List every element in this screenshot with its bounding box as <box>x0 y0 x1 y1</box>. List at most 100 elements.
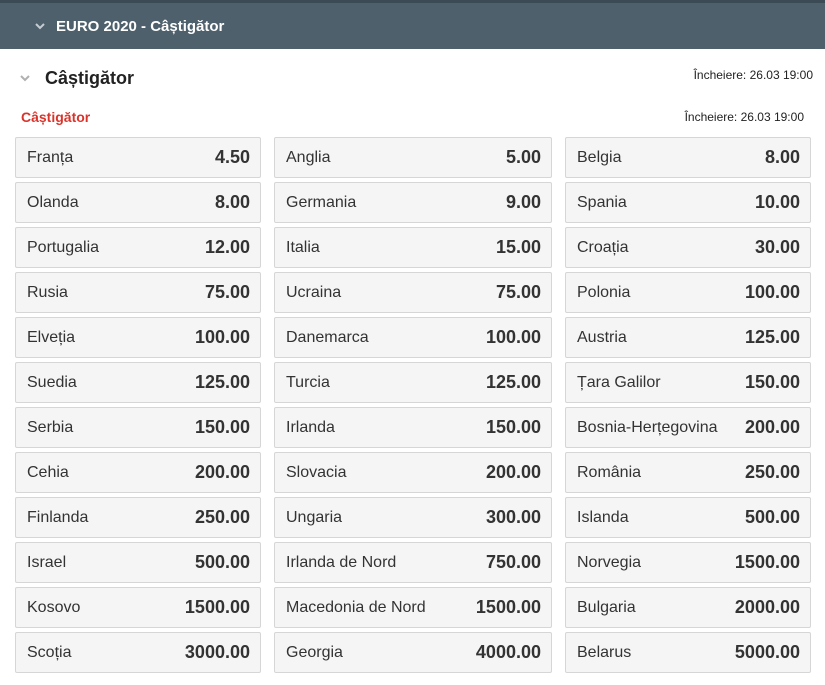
outcome-odd: 5.00 <box>505 147 541 167</box>
odds-button[interactable]: Bosnia-Herțegovina 200.00 <box>565 407 811 448</box>
odds-button[interactable]: Islanda 500.00 <box>565 497 811 538</box>
outcome-odd: 1500.00 <box>734 552 800 572</box>
outcome-odd: 75.00 <box>495 282 541 302</box>
outcome-odd: 150.00 <box>744 372 800 392</box>
outcome-odd: 10.00 <box>754 192 800 212</box>
outcome-name: Bulgaria <box>577 598 636 616</box>
outcome-odd: 125.00 <box>485 372 541 392</box>
odds-button[interactable]: Bulgaria 2000.00 <box>565 587 811 628</box>
odds-button[interactable]: Anglia 5.00 <box>274 137 552 178</box>
odds-button[interactable]: Țara Galilor 150.00 <box>565 362 811 403</box>
odds-button[interactable]: Austria 125.00 <box>565 317 811 358</box>
odds-button[interactable]: Suedia 125.00 <box>15 362 261 403</box>
outcome-name: Georgia <box>286 643 343 661</box>
outcome-odd: 500.00 <box>744 507 800 527</box>
market-title: Câștigător <box>45 67 135 88</box>
odds-button[interactable]: Italia 15.00 <box>274 227 552 268</box>
outcome-name: Slovacia <box>286 463 347 481</box>
odds-button[interactable]: Belgia 8.00 <box>565 137 811 178</box>
outcome-name: Anglia <box>286 148 331 166</box>
odds-button[interactable]: Germania 9.00 <box>274 182 552 223</box>
odds-button[interactable]: Turcia 125.00 <box>274 362 552 403</box>
outcome-name: România <box>577 463 642 481</box>
competition-header[interactable]: EURO 2020 - Câștigător <box>0 0 825 49</box>
outcome-odd: 8.00 <box>764 147 800 167</box>
submarket-header: Câștigător Încheiere: 26.03 19:00 <box>0 106 825 128</box>
chevron-down-icon[interactable] <box>34 20 46 32</box>
odds-button[interactable]: Scoția 3000.00 <box>15 632 261 673</box>
odds-button[interactable]: Portugalia 12.00 <box>15 227 261 268</box>
odds-button[interactable]: Macedonia de Nord 1500.00 <box>274 587 552 628</box>
odds-button[interactable]: Georgia 4000.00 <box>274 632 552 673</box>
outcome-odd: 2000.00 <box>734 597 800 617</box>
outcome-odd: 9.00 <box>505 192 541 212</box>
outcome-odd: 75.00 <box>204 282 250 302</box>
odds-button[interactable]: Kosovo 1500.00 <box>15 587 261 628</box>
odds-button[interactable]: Finlanda 250.00 <box>15 497 261 538</box>
odds-button[interactable]: Croația 30.00 <box>565 227 811 268</box>
outcome-name: Israel <box>27 553 67 571</box>
outcome-name: Italia <box>286 238 320 256</box>
submarket-title: Câștigător <box>21 109 91 125</box>
outcome-odd: 200.00 <box>744 417 800 437</box>
odds-button[interactable]: Irlanda de Nord 750.00 <box>274 542 552 583</box>
market-header[interactable]: Câștigător Încheiere: 26.03 19:00 <box>0 62 825 94</box>
outcome-odd: 250.00 <box>194 507 250 527</box>
odds-button[interactable]: Israel 500.00 <box>15 542 261 583</box>
outcome-odd: 4.50 <box>214 147 250 167</box>
outcome-name: Belgia <box>577 148 622 166</box>
outcome-name: Irlanda de Nord <box>286 553 397 571</box>
outcome-odd: 300.00 <box>485 507 541 527</box>
outcome-odd: 200.00 <box>485 462 541 482</box>
outcome-name: Norvegia <box>577 553 642 571</box>
odds-button[interactable]: Olanda 8.00 <box>15 182 261 223</box>
outcome-odd: 100.00 <box>485 327 541 347</box>
odds-button[interactable]: Polonia 100.00 <box>565 272 811 313</box>
outcome-odd: 1500.00 <box>475 597 541 617</box>
odds-button[interactable]: Irlanda 150.00 <box>274 407 552 448</box>
outcome-odd: 3000.00 <box>184 642 250 662</box>
outcome-name: Elveția <box>27 328 76 346</box>
odds-button[interactable]: Serbia 150.00 <box>15 407 261 448</box>
outcome-odd: 30.00 <box>754 237 800 257</box>
outcome-odd: 1500.00 <box>184 597 250 617</box>
outcome-name: Ucraina <box>286 283 342 301</box>
outcome-odd: 150.00 <box>485 417 541 437</box>
outcome-name: Țara Galilor <box>577 373 661 391</box>
outcome-name: Suedia <box>27 373 77 391</box>
odds-button[interactable]: Cehia 200.00 <box>15 452 261 493</box>
odds-button[interactable]: Danemarca 100.00 <box>274 317 552 358</box>
outcome-name: Rusia <box>27 283 68 301</box>
odds-button[interactable]: Spania 10.00 <box>565 182 811 223</box>
chevron-down-icon[interactable] <box>18 71 32 85</box>
outcome-name: Irlanda <box>286 418 335 436</box>
odds-button[interactable]: Slovacia 200.00 <box>274 452 552 493</box>
submarket-closing-time: Încheiere: 26.03 19:00 <box>684 110 804 124</box>
outcome-name: Olanda <box>27 193 79 211</box>
outcome-odd: 12.00 <box>204 237 250 257</box>
outcome-name: Scoția <box>27 643 72 661</box>
outcome-name: Croația <box>577 238 629 256</box>
outcome-odd: 750.00 <box>485 552 541 572</box>
odds-button[interactable]: Ucraina 75.00 <box>274 272 552 313</box>
odds-button[interactable]: Ungaria 300.00 <box>274 497 552 538</box>
outcome-name: Portugalia <box>27 238 100 256</box>
outcome-name: Belarus <box>577 643 632 661</box>
outcome-name: Bosnia-Herțegovina <box>577 418 718 436</box>
odds-grid: Franța 4.50 Anglia 5.00 Belgia 8.00 Olanda 8.00… <box>15 137 811 673</box>
odds-button[interactable]: România 250.00 <box>565 452 811 493</box>
outcome-odd: 5000.00 <box>734 642 800 662</box>
outcome-odd: 4000.00 <box>475 642 541 662</box>
odds-button[interactable]: Belarus 5000.00 <box>565 632 811 673</box>
outcome-odd: 100.00 <box>194 327 250 347</box>
outcome-odd: 500.00 <box>194 552 250 572</box>
outcome-name: Germania <box>286 193 357 211</box>
outcome-name: Cehia <box>27 463 69 481</box>
outcome-name: Austria <box>577 328 627 346</box>
outcome-name: Kosovo <box>27 598 81 616</box>
odds-button[interactable]: Norvegia 1500.00 <box>565 542 811 583</box>
odds-button[interactable]: Rusia 75.00 <box>15 272 261 313</box>
odds-button[interactable]: Elveția 100.00 <box>15 317 261 358</box>
outcome-odd: 200.00 <box>194 462 250 482</box>
odds-button[interactable]: Franța 4.50 <box>15 137 261 178</box>
